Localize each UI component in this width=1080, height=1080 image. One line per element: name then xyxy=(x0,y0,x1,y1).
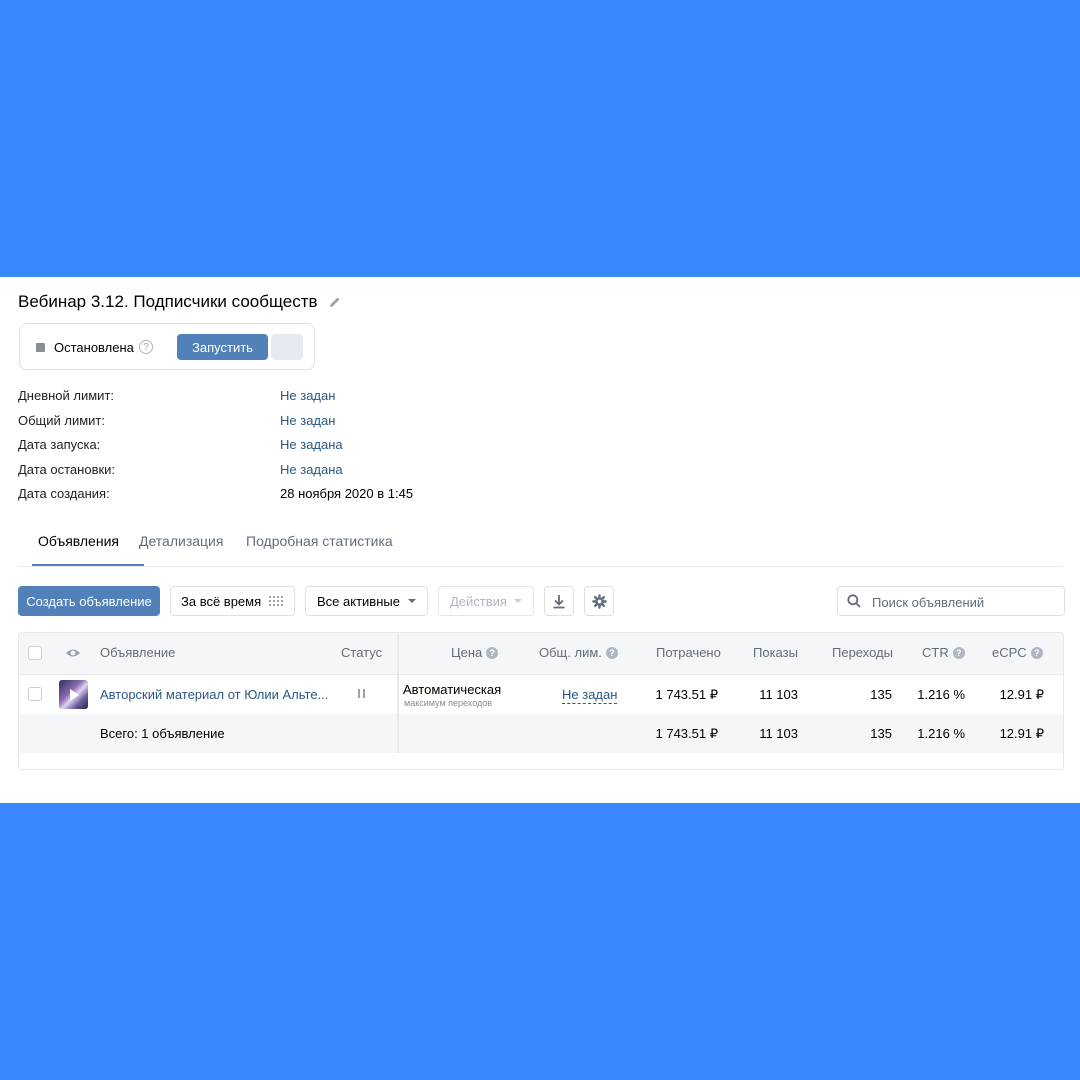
impressions-value: 11 103 xyxy=(759,687,798,702)
tab-details[interactable]: Детализация xyxy=(139,533,223,549)
column-header-status[interactable]: Статус xyxy=(341,645,382,660)
launch-options-button[interactable] xyxy=(271,334,303,360)
ctr-value: 1.216 % xyxy=(917,687,965,702)
prop-start-date: Дата запуска: Не задана xyxy=(18,437,518,457)
campaign-header: Вебинар 3.12. Подписчики сообществ xyxy=(18,292,342,312)
search-box xyxy=(837,586,1065,616)
prop-label: Общий лимит: xyxy=(18,413,106,428)
column-header-ad[interactable]: Объявление xyxy=(100,645,175,660)
campaign-status-box: Остановлена ? Запустить xyxy=(19,323,315,370)
prop-label: Дата остановки: xyxy=(18,462,116,477)
column-header-clicks[interactable]: Переходы xyxy=(832,645,893,660)
launch-button[interactable]: Запустить xyxy=(177,334,268,360)
settings-button[interactable] xyxy=(584,586,614,616)
tab-bar: Объявления Детализация Подробная статист… xyxy=(18,530,1063,567)
question-icon[interactable]: ? xyxy=(139,340,153,354)
status-indicator xyxy=(36,343,45,352)
prop-label: Дневной лимит: xyxy=(18,388,115,403)
status-filter-dropdown[interactable]: Все активные xyxy=(305,586,428,616)
ad-thumbnail[interactable] xyxy=(59,680,88,709)
question-icon[interactable]: ? xyxy=(952,647,965,659)
column-header-impressions[interactable]: Показы xyxy=(753,645,798,660)
play-icon xyxy=(70,689,79,701)
limit-link[interactable]: Не задан xyxy=(562,687,618,704)
total-label: Всего: 1 объявление xyxy=(100,726,225,741)
clicks-value: 135 xyxy=(870,687,892,702)
prop-value-link[interactable]: Не задан xyxy=(280,388,335,403)
period-label: За всё время xyxy=(181,593,262,609)
period-dropdown[interactable]: За всё время xyxy=(170,586,295,616)
price-subtitle: максимум переходов xyxy=(404,698,493,708)
active-tab-indicator xyxy=(32,564,144,566)
question-icon[interactable]: ? xyxy=(1030,647,1043,659)
chevron-down-icon xyxy=(407,598,416,603)
price-type: Автоматическая xyxy=(403,682,502,697)
ad-name-link[interactable]: Авторский материал от Юлии Альте... xyxy=(100,687,328,702)
row-checkbox[interactable] xyxy=(28,687,42,701)
tab-ads[interactable]: Объявления xyxy=(38,533,119,549)
total-ctr: 1.216 % xyxy=(917,726,965,741)
spent-value: 1 743.51 ₽ xyxy=(655,687,719,702)
eye-icon[interactable] xyxy=(65,648,81,658)
status-label: Остановлена xyxy=(54,340,134,355)
prop-value-link[interactable]: Не задана xyxy=(280,462,343,477)
column-header-ecpc-label: eCPC xyxy=(992,645,1027,660)
column-header-limit-label: Общ. лим. xyxy=(539,645,602,660)
prop-created-date: Дата создания: 28 ноября 2020 в 1:45 xyxy=(18,486,518,506)
prop-value: 28 ноября 2020 в 1:45 xyxy=(280,486,414,501)
page-title: Вебинар 3.12. Подписчики сообществ xyxy=(18,292,318,311)
column-header-spent[interactable]: Потрачено xyxy=(656,645,721,660)
prop-stop-date: Дата остановки: Не задана xyxy=(18,462,518,482)
question-icon[interactable]: ? xyxy=(486,647,499,659)
search-icon xyxy=(847,594,861,608)
column-header-price[interactable]: Цена? xyxy=(451,645,499,660)
prop-daily-limit: Дневной лимит: Не задан xyxy=(18,388,518,408)
gear-icon xyxy=(591,593,607,609)
question-icon[interactable]: ? xyxy=(605,647,618,659)
filter-label: Все активные xyxy=(317,593,400,609)
search-input[interactable] xyxy=(870,592,1059,612)
total-ecpc: 12.91 ₽ xyxy=(999,726,1044,741)
column-header-ecpc[interactable]: eCPC? xyxy=(992,645,1043,660)
table-total-row: Всего: 1 объявление 1 743.51 ₽ 11 103 13… xyxy=(19,714,1063,753)
actions-label: Действия xyxy=(450,593,507,609)
select-all-checkbox[interactable] xyxy=(28,646,42,660)
calendar-grid-icon xyxy=(269,596,284,606)
column-header-ctr-label: CTR xyxy=(922,645,949,660)
total-spent: 1 743.51 ₽ xyxy=(655,726,719,741)
pause-icon[interactable] xyxy=(358,689,366,698)
column-header-ctr[interactable]: CTR? xyxy=(922,645,965,660)
ads-table: Объявление Статус Цена? Общ. лим.? Потра… xyxy=(18,632,1064,770)
ecpc-value: 12.91 ₽ xyxy=(999,687,1044,702)
actions-dropdown[interactable]: Действия xyxy=(438,586,534,616)
column-header-limit[interactable]: Общ. лим.? xyxy=(539,645,618,660)
pencil-icon[interactable] xyxy=(328,295,342,309)
prop-value-link[interactable]: Не задана xyxy=(280,437,343,452)
total-clicks: 135 xyxy=(870,726,892,741)
limit-value[interactable]: Не задан xyxy=(562,687,618,704)
create-ad-button[interactable]: Создать объявление xyxy=(18,586,160,616)
download-button[interactable] xyxy=(544,586,574,616)
chevron-down-icon xyxy=(513,598,522,603)
table-row: Авторский материал от Юлии Альте... Авто… xyxy=(19,674,1063,714)
ads-toolbar: Создать объявление За всё время Все акти… xyxy=(18,586,1065,616)
prop-total-limit: Общий лимит: Не задан xyxy=(18,413,518,433)
total-impressions: 11 103 xyxy=(759,726,798,741)
prop-label: Дата создания: xyxy=(18,486,110,501)
prop-value-link[interactable]: Не задан xyxy=(280,413,335,428)
column-divider xyxy=(397,633,399,753)
prop-label: Дата запуска: xyxy=(18,437,101,452)
tab-detailed-stats[interactable]: Подробная статистика xyxy=(246,533,393,549)
download-icon xyxy=(553,594,565,608)
column-header-price-label: Цена xyxy=(451,645,483,660)
table-header: Объявление Статус Цена? Общ. лим.? Потра… xyxy=(19,633,1063,674)
